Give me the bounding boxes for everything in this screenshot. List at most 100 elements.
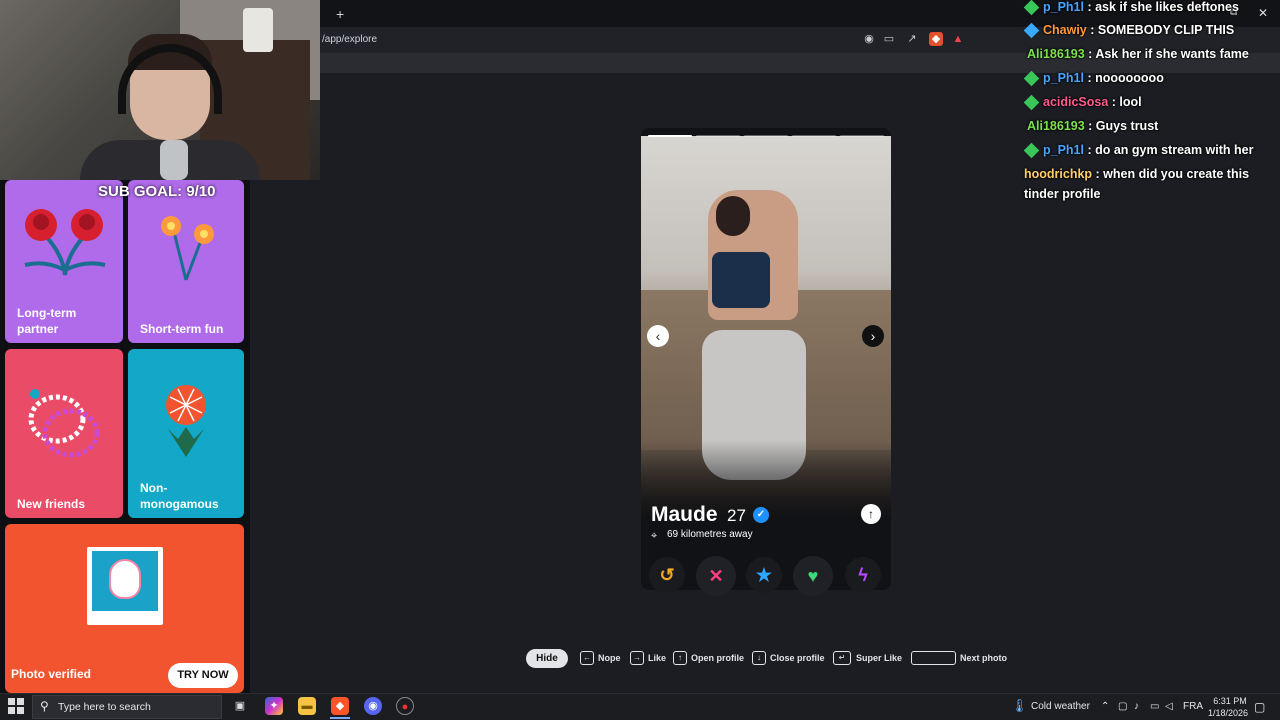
photo-indicator-segment [792,135,836,137]
profile-name: Maude [651,503,718,526]
brave-browser-icon[interactable]: ◆ [331,697,349,715]
explore-card-new-friends[interactable]: New friends [5,349,123,518]
boost-button[interactable]: ϟ [845,557,881,593]
verified-face-icon [109,559,141,599]
webcam-overlay [0,0,320,180]
card-label-long-term: Long-term partner [17,306,77,336]
enter-key-icon: ↵ [833,651,851,665]
verified-badge-icon: ✓ [753,507,769,523]
chat-message: acidicSosa : lool [1023,94,1142,111]
chat-text: : noooooooo [1084,71,1164,85]
shortcut-close-profile-label: Close profile [770,653,825,663]
chat-text: : do an gym stream with her [1084,143,1254,157]
tray-app-icon[interactable]: ▢ [1118,701,1127,712]
next-photo-button[interactable]: › [862,325,884,347]
notifications-icon[interactable]: ▢ [1254,700,1265,714]
super-like-button[interactable]: ★ [746,557,782,593]
chat-username: Ali186193 [1027,47,1085,61]
photo-indicator-segment [840,135,884,137]
thermometer-icon[interactable]: 🌡 [1011,698,1028,714]
photo-person-top [712,252,770,308]
photo-indicator-segment [696,135,740,137]
down-arrow-key-icon: ↓ [752,651,766,665]
chat-message: Chawiy : SOMEBODY CLIP THIS [1023,22,1234,39]
chat-username: hoodrichkp [1024,167,1093,181]
up-arrow-key-icon: ↑ [673,651,687,665]
chat-text: : lool [1108,95,1142,109]
taskbar-search-placeholder[interactable]: Type here to search [58,701,151,713]
space-key-icon [911,651,956,665]
webcam-bottle [243,8,273,52]
gift-badge-icon [1023,22,1040,39]
microphone-tray-icon[interactable]: ♪ [1134,701,1139,712]
language-indicator[interactable]: FRA [1183,701,1203,712]
chat-text: : Guys trust [1084,119,1159,133]
chat-username: acidicSosa [1043,95,1109,109]
discord-icon[interactable]: ◉ [364,697,382,715]
profile-distance: 69 kilometres away [667,529,753,540]
new-tab-button[interactable]: + [336,6,344,22]
task-view-icon[interactable]: ▣ [231,697,249,715]
active-app-indicator [330,717,350,719]
chat-username: p_Ph1l [1043,143,1084,157]
chevron-up-icon[interactable]: ⌃ [1101,701,1109,712]
like-button[interactable]: ♥ [793,556,833,596]
right-arrow-key-icon: → [630,651,644,665]
copilot-icon[interactable]: ✦ [265,697,283,715]
chat-message: p_Ph1l : ask if she likes deftones [1023,0,1239,16]
location-pin-icon: ⌖ [651,530,658,542]
brave-shield-icon[interactable]: ◆ [929,32,943,46]
explore-card-short-term[interactable]: Short-term fun [128,180,244,343]
obs-icon[interactable]: ● [396,697,414,715]
chat-text: : Ask her if she wants fame [1084,47,1249,61]
card-label-photo-verified: Photo verified [11,667,92,681]
sub-badge-icon [1023,70,1040,87]
cast-icon[interactable]: ▭ [882,32,896,46]
photo-indicator-segment [648,135,692,137]
chat-message: Ali186193 : Guys trust [1027,119,1158,133]
volume-icon[interactable]: ◁ [1165,701,1173,712]
close-window-button[interactable]: ✕ [1258,6,1268,20]
chat-message: p_Ph1l : do an gym stream with her [1023,142,1254,159]
clock-time[interactable]: 6:31 PM [1210,696,1250,706]
left-arrow-key-icon: ← [580,651,594,665]
chat-username: p_Ph1l [1043,71,1084,85]
previous-photo-button[interactable]: ‹ [647,325,669,347]
search-icon: ⚲ [40,699,49,713]
shortcut-like-label: Like [648,653,667,663]
rewind-button[interactable]: ↺ [649,557,685,593]
sparklers-icon [161,216,214,281]
clock-date[interactable]: 1/18/2026 [1204,708,1252,718]
network-icon[interactable]: ▭ [1150,701,1159,712]
explore-card-long-term[interactable]: Long-term partner [5,180,123,343]
explore-card-non-monogamous[interactable]: Non-monogamous [128,349,244,518]
microphone-icon [160,140,188,180]
photo-indicator-segment [744,135,788,137]
file-explorer-icon[interactable]: ▬ [298,697,316,715]
card-label-non-monogamous: Non-monogamous [140,481,219,511]
share-icon[interactable]: ↗ [905,32,919,46]
card-label-new-friends: New friends [17,497,86,511]
chat-text: : ask if she likes deftones [1084,0,1239,14]
sub-goal-text: SUB GOAL: 9/10 [98,183,216,200]
chat-username: p_Ph1l [1043,0,1084,14]
url-text[interactable]: /app/explore [322,34,377,45]
shortcut-nope-label: Nope [598,653,621,663]
nope-button[interactable]: ✕ [696,556,736,596]
chat-message: p_Ph1l : noooooooo [1023,70,1164,87]
shortcut-open-profile-label: Open profile [691,653,745,663]
try-now-button[interactable]: TRY NOW [168,663,238,688]
open-profile-button[interactable]: ↑ [861,504,881,524]
photo-person-head [716,196,750,236]
card-label-short-term: Short-term fun [140,322,224,336]
chat-message: hoodrichkp : when did you create this ti… [1024,164,1264,204]
weather-text[interactable]: Cold weather [1031,701,1090,712]
sub-badge-icon [1023,142,1040,159]
bracelets-icon [28,389,100,458]
rewards-icon[interactable]: ▲ [951,32,965,46]
location-icon[interactable]: ◉ [862,32,876,46]
chat-username: Chawiy [1043,23,1087,37]
chat-username: Ali186193 [1027,119,1085,133]
hide-shortcuts-button[interactable]: Hide [526,649,568,668]
windows-start-icon[interactable] [8,698,24,714]
